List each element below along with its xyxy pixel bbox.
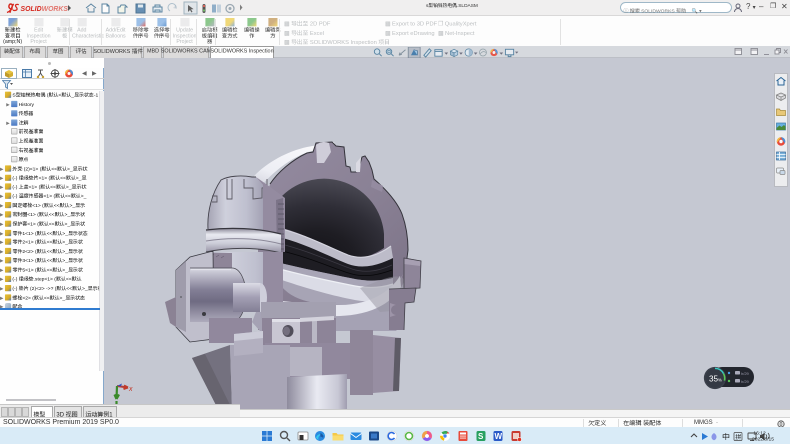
svg-text:S: S: [478, 432, 484, 441]
svg-text:拼: 拼: [735, 433, 741, 441]
svg-text:SOLIDWORKS: SOLIDWORKS: [21, 6, 69, 13]
svg-text:中: 中: [722, 433, 730, 442]
svg-text:W: W: [495, 432, 503, 441]
